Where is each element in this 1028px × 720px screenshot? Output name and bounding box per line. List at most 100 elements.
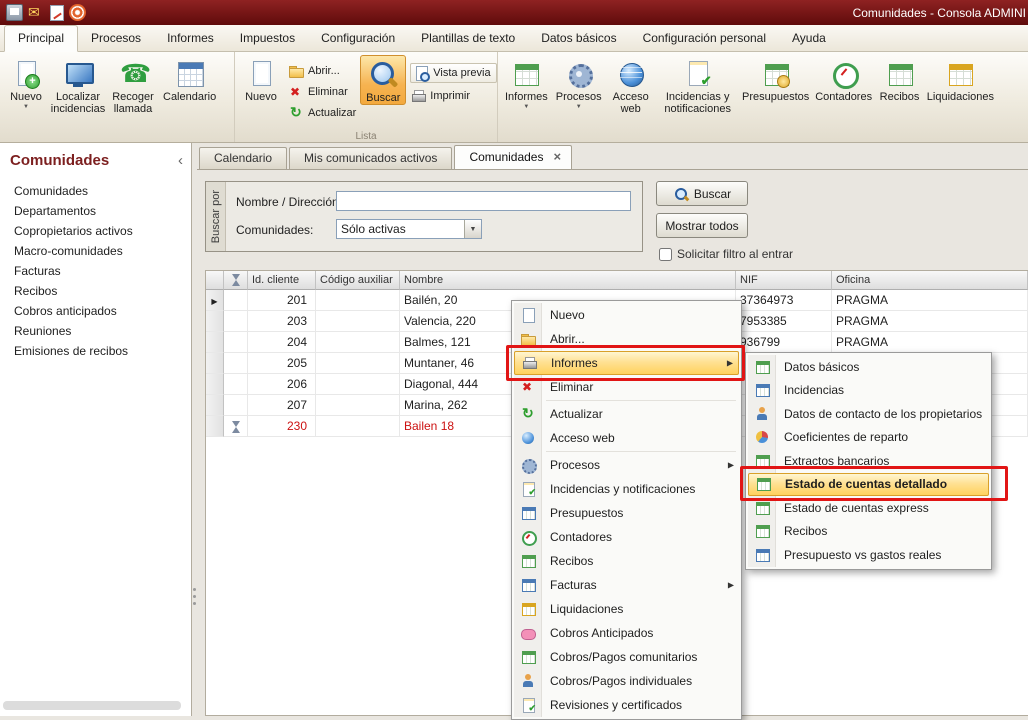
nuevo-lista-button[interactable]: Nuevo bbox=[238, 55, 284, 103]
menu-item-acceso-web[interactable]: Acceso web bbox=[514, 426, 739, 450]
menu-item-contadores[interactable]: Contadores bbox=[514, 525, 739, 549]
recibos-button[interactable]: Recibos bbox=[876, 55, 924, 103]
contadores-button[interactable]: Contadores bbox=[812, 55, 876, 103]
imprimir-button[interactable]: Imprimir bbox=[410, 88, 496, 104]
row-selector[interactable] bbox=[206, 416, 224, 437]
sidebar-item-emisiones[interactable]: Emisiones de recibos bbox=[0, 341, 191, 361]
sidebar-item-facturas[interactable]: Facturas bbox=[0, 261, 191, 281]
recoger-llamada-button[interactable]: Recoger llamada bbox=[107, 55, 159, 115]
incidents-icon bbox=[520, 481, 536, 497]
header-selector-cell bbox=[206, 271, 224, 290]
tab-configuracion[interactable]: Configuración bbox=[308, 26, 408, 51]
tab-datos-basicos[interactable]: Datos básicos bbox=[528, 26, 629, 51]
buscar-button[interactable]: Buscar bbox=[360, 55, 406, 105]
submenu-item-datos-basicos[interactable]: Datos básicos bbox=[748, 355, 989, 379]
menu-item-incidencias[interactable]: Incidencias y notificaciones bbox=[514, 477, 739, 501]
menu-item-liquidaciones[interactable]: Liquidaciones bbox=[514, 597, 739, 621]
menu-item-revisiones[interactable]: Revisiones y certificados bbox=[514, 693, 739, 717]
liquidaciones-button[interactable]: Liquidaciones bbox=[923, 55, 997, 103]
filter-checkbox-row[interactable]: Solicitar filtro al entrar bbox=[659, 247, 793, 261]
tab-procesos[interactable]: Procesos bbox=[78, 26, 154, 51]
submenu-item-incidencias[interactable]: Incidencias bbox=[748, 379, 989, 403]
sidebar: Comunidades Comunidades Departamentos Co… bbox=[0, 143, 192, 716]
header-nif[interactable]: NIF bbox=[736, 271, 832, 290]
row-selector[interactable] bbox=[206, 311, 224, 332]
dropdown-arrow-icon[interactable] bbox=[464, 220, 481, 238]
localizar-incidencias-button[interactable]: Localizar incidencias bbox=[49, 55, 107, 115]
tab-informes[interactable]: Informes bbox=[154, 26, 227, 51]
mail-icon[interactable] bbox=[28, 4, 45, 21]
collapse-sidebar-icon[interactable] bbox=[178, 156, 183, 166]
sidebar-item-reuniones[interactable]: Reuniones bbox=[0, 321, 191, 341]
sidebar-item-departamentos[interactable]: Departamentos bbox=[0, 201, 191, 221]
comunidades-select[interactable]: Sólo activas bbox=[336, 219, 482, 239]
nombre-direccion-input[interactable] bbox=[336, 191, 631, 211]
sidebar-item-comunidades[interactable]: Comunidades bbox=[0, 181, 191, 201]
menu-item-recibos[interactable]: Recibos bbox=[514, 549, 739, 573]
pie-chart-icon bbox=[754, 429, 770, 445]
row-selector[interactable] bbox=[206, 374, 224, 395]
menu-item-nuevo[interactable]: Nuevo bbox=[514, 303, 739, 327]
nuevo-button[interactable]: Nuevo bbox=[3, 55, 49, 110]
submenu-item-datos-contacto[interactable]: Datos de contacto de los propietarios bbox=[748, 402, 989, 426]
procesos-button[interactable]: Procesos bbox=[552, 55, 606, 110]
vista-previa-button[interactable]: Vista previa bbox=[410, 63, 496, 83]
app-icon[interactable] bbox=[6, 4, 23, 21]
tab-principal[interactable]: Principal bbox=[4, 25, 78, 52]
informes-button[interactable]: Informes bbox=[501, 55, 552, 110]
header-nombre[interactable]: Nombre bbox=[400, 271, 736, 290]
tab-plantillas[interactable]: Plantillas de texto bbox=[408, 26, 528, 51]
gear-icon bbox=[520, 457, 536, 473]
presupuestos-button[interactable]: Presupuestos bbox=[740, 55, 812, 103]
doc-tab-comunidades[interactable]: Comunidades bbox=[454, 145, 572, 169]
sidebar-item-recibos[interactable]: Recibos bbox=[0, 281, 191, 301]
ribbon-group-lista: Nuevo Abrir... Eliminar Actualizar Bus bbox=[234, 52, 497, 142]
header-status-cell[interactable] bbox=[224, 271, 248, 290]
row-selector[interactable] bbox=[206, 332, 224, 353]
abrir-button[interactable]: Abrir... bbox=[288, 63, 356, 79]
sidebar-item-macro-comunidades[interactable]: Macro-comunidades bbox=[0, 241, 191, 261]
search-icon bbox=[368, 60, 398, 90]
incidencias-notificaciones-button[interactable]: Incidencias y notificaciones bbox=[656, 55, 740, 115]
menu-item-presupuestos[interactable]: Presupuestos bbox=[514, 501, 739, 525]
row-selector[interactable] bbox=[206, 395, 224, 416]
edit-note-icon[interactable] bbox=[50, 5, 64, 21]
row-selector[interactable] bbox=[206, 353, 224, 374]
tab-impuestos[interactable]: Impuestos bbox=[227, 26, 308, 51]
mostrar-todos-button[interactable]: Mostrar todos bbox=[656, 213, 748, 238]
gauge-icon bbox=[520, 529, 536, 545]
sidebar-item-cobros-anticipados[interactable]: Cobros anticipados bbox=[0, 301, 191, 321]
menu-item-actualizar[interactable]: Actualizar bbox=[514, 402, 739, 426]
header-oficina[interactable]: Oficina bbox=[832, 271, 1028, 290]
menu-item-cobros-pagos-individuales[interactable]: Cobros/Pagos individuales bbox=[514, 669, 739, 693]
eliminar-button[interactable]: Eliminar bbox=[288, 84, 356, 100]
solicitar-filtro-checkbox[interactable] bbox=[659, 248, 672, 261]
settlements-icon bbox=[945, 59, 975, 89]
acceso-web-button[interactable]: Acceso web bbox=[606, 55, 656, 115]
hourglass-status-icon bbox=[230, 420, 242, 434]
menu-item-facturas[interactable]: Facturas bbox=[514, 573, 739, 597]
tab-configuracion-personal[interactable]: Configuración personal bbox=[630, 26, 779, 51]
sidebar-item-copropietarios[interactable]: Copropietarios activos bbox=[0, 221, 191, 241]
menu-item-cobros-anticipados[interactable]: Cobros Anticipados bbox=[514, 621, 739, 645]
doc-tab-comunicados[interactable]: Mis comunicados activos bbox=[289, 147, 452, 169]
submenu-item-presupuesto-vs-gastos[interactable]: Presupuesto vs gastos reales bbox=[748, 543, 989, 567]
submenu-item-recibos[interactable]: Recibos bbox=[748, 520, 989, 544]
printer-icon bbox=[410, 88, 426, 104]
row-selector[interactable] bbox=[206, 290, 224, 311]
actualizar-button[interactable]: Actualizar bbox=[288, 105, 356, 121]
calendario-button[interactable]: Calendario bbox=[159, 55, 220, 103]
menu-item-procesos[interactable]: Procesos bbox=[514, 453, 739, 477]
tab-ayuda[interactable]: Ayuda bbox=[779, 26, 839, 51]
submenu-item-coeficientes[interactable]: Coeficientes de reparto bbox=[748, 426, 989, 450]
menu-item-cobros-pagos-comunitarios[interactable]: Cobros/Pagos comunitarios bbox=[514, 645, 739, 669]
close-tab-icon[interactable] bbox=[553, 150, 561, 164]
search-icon bbox=[673, 186, 689, 202]
buscar-por-strip: Buscar por bbox=[206, 182, 226, 251]
header-codigo-auxiliar[interactable]: Código auxiliar bbox=[316, 271, 400, 290]
buscar-panel-button[interactable]: Buscar bbox=[656, 181, 748, 206]
rss-icon[interactable] bbox=[69, 4, 86, 21]
sidebar-scrollbar[interactable] bbox=[3, 701, 181, 710]
doc-tab-calendario[interactable]: Calendario bbox=[199, 147, 287, 169]
header-id-cliente[interactable]: Id. cliente bbox=[248, 271, 316, 290]
